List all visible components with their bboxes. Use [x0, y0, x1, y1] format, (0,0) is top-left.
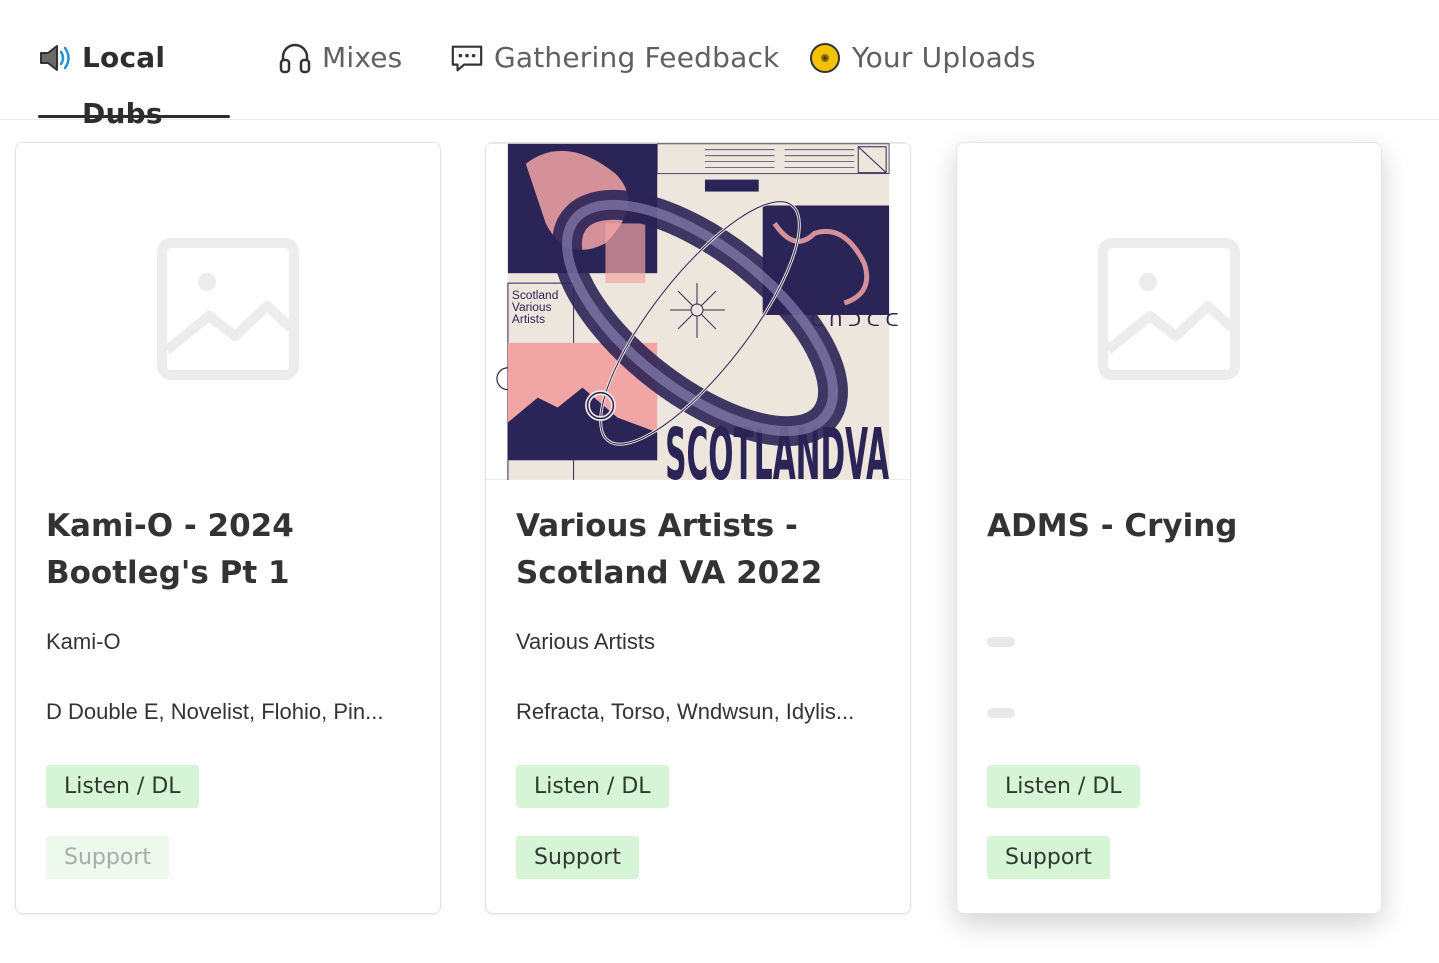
tab-your-uploads[interactable]: Your Uploads — [808, 30, 1036, 118]
chat-bubble-icon — [450, 30, 484, 86]
featuring-loading-skeleton — [987, 708, 1015, 718]
listen-download-button[interactable]: Listen / DL — [516, 765, 669, 808]
release-card[interactable]: ADMS - Crying Listen / DL Support — [956, 142, 1382, 914]
support-button[interactable]: Support — [46, 836, 169, 879]
release-card[interactable]: Kami-O - 2024 Bootleg's Pt 1 Kami-O D Do… — [15, 142, 441, 914]
artwork-heading-3: Artists — [512, 312, 545, 326]
listen-download-button[interactable]: Listen / DL — [987, 765, 1140, 808]
support-button[interactable]: Support — [516, 836, 639, 879]
tab-local-dubs[interactable]: Local Dubs — [38, 30, 230, 130]
headphones-icon — [278, 30, 312, 86]
tab-bar: Local Dubs Mixes Gathering Feedback Your… — [0, 0, 1439, 130]
release-artist: Kami-O — [46, 629, 121, 654]
placeholder-image-icon — [1098, 238, 1240, 385]
support-button[interactable]: Support — [987, 836, 1110, 879]
release-title[interactable]: Various Artists - Scotland VA 2022 — [516, 503, 886, 597]
release-featuring: D Double E, Novelist, Flohio, Pin... — [46, 699, 384, 724]
cover-placeholder — [957, 143, 1381, 480]
speaker-icon — [38, 30, 72, 86]
tab-label: Your Uploads — [852, 41, 1036, 74]
cover-placeholder — [16, 143, 440, 480]
listen-download-button[interactable]: Listen / DL — [46, 765, 199, 808]
vinyl-icon — [808, 30, 842, 86]
placeholder-image-icon — [157, 238, 299, 385]
release-featuring: Refracta, Torso, Wndwsun, Idylis... — [516, 699, 855, 724]
tab-label: Local Dubs — [82, 41, 166, 130]
tab-gathering-feedback[interactable]: Gathering Feedback — [450, 30, 779, 118]
tab-label: Gathering Feedback — [494, 41, 780, 74]
tab-label: Mixes — [322, 41, 403, 74]
release-card[interactable]: Scotland Various Artists SCOTLANDVA ᑕ ᑎ … — [485, 142, 911, 914]
artist-loading-skeleton — [987, 637, 1015, 647]
tab-mixes[interactable]: Mixes — [278, 30, 402, 118]
release-artist: Various Artists — [516, 629, 655, 654]
release-title[interactable]: ADMS - Crying — [987, 503, 1357, 550]
album-artwork: Scotland Various Artists SCOTLANDVA ᑕ ᑎ … — [486, 143, 910, 480]
release-title[interactable]: Kami-O - 2024 Bootleg's Pt 1 — [46, 503, 416, 597]
